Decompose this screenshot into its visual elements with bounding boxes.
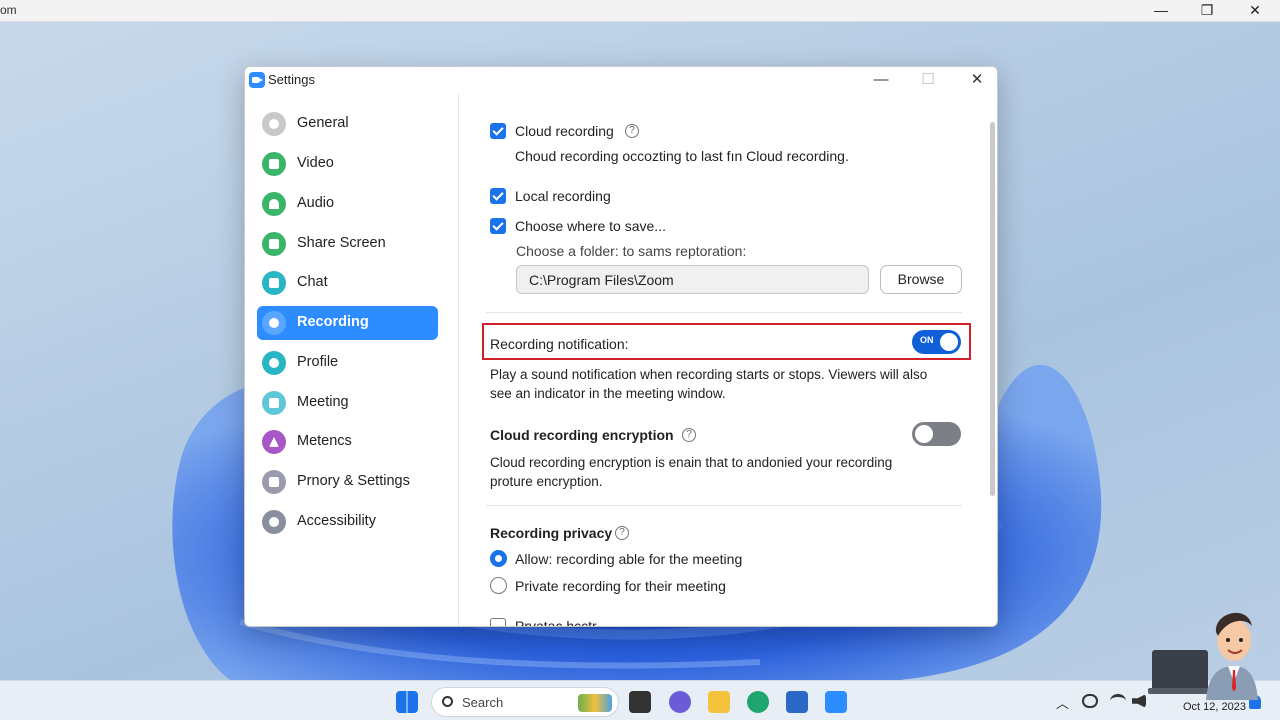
vertical-scrollbar[interactable] [990,122,995,496]
volume-icon[interactable] [1132,694,1146,708]
search-placeholder: Search [462,695,504,710]
windows-start-icon[interactable] [396,691,418,713]
taskbar-date[interactable]: Oct 12, 2023 [1183,701,1246,713]
presenter-avatar [1148,612,1258,700]
sidebar-item-privacy-settings[interactable]: Prnory & Settings [257,465,438,499]
window-title: Settings [268,72,315,87]
sidebar-item-label: Video [297,155,334,171]
chat-app-icon[interactable] [669,691,691,713]
recording-notification-toggle[interactable]: ON [912,330,961,354]
sidebar-item-label: Prnory & Settings [297,473,410,489]
outer-window-titlebar: om — ❐ ✕ [0,0,1280,22]
cloud-encryption-description-2: proture encryption. [490,474,603,489]
sidebar-item-label: Accessibility [297,513,376,529]
minimize-button[interactable]: — [859,67,903,94]
maximize-button[interactable]: ☐ [906,67,950,94]
taskbar-search[interactable]: Search [431,687,619,717]
outer-close-button[interactable]: ✕ [1232,0,1278,22]
cutoff-checkbox[interactable] [490,618,506,626]
help-icon[interactable]: ? [615,526,629,540]
help-icon[interactable]: ? [625,124,639,138]
sidebar-item-recording[interactable]: Recording [257,306,438,340]
local-recording-label: Local recording [515,188,611,204]
cloud-recording-checkbox[interactable] [490,123,506,139]
record-icon [262,311,286,335]
share-screen-icon [262,232,286,256]
edge-browser-icon[interactable] [747,691,769,713]
folder-path-field[interactable]: C:\Program Files\Zoom [516,265,869,294]
cloud-encryption-description-1: Cloud recording encryption is enain that… [490,455,893,470]
meeting-icon [262,391,286,415]
browse-button[interactable]: Browse [880,265,962,294]
search-icon [442,696,453,707]
privacy-allow-radio[interactable] [490,550,507,567]
choose-folder-description: Choose a folder: to sams reptoration: [516,243,747,259]
chat-icon [262,271,286,295]
choose-save-location-checkbox[interactable] [490,218,506,234]
profile-icon [262,351,286,375]
privacy-private-label: Private recording for their meeting [515,578,726,594]
cloud-icon[interactable] [1082,694,1098,708]
store-icon[interactable] [786,691,808,713]
privacy-private-radio[interactable] [490,577,507,594]
local-recording-checkbox[interactable] [490,188,506,204]
sidebar-item-meeting[interactable]: Meeting [257,386,438,420]
metrics-icon [262,430,286,454]
close-button[interactable]: ✕ [955,67,997,94]
cloud-encryption-label: Cloud recording encryption [490,427,674,443]
sidebar-item-accessibility[interactable]: Accessibility [257,505,438,539]
settings-sidebar: General Video Audio Share Screen Chat Re… [245,94,459,626]
privacy-icon [262,470,286,494]
zoom-app-icon [249,72,265,88]
chevron-up-icon[interactable]: ︿ [1056,693,1069,712]
settings-titlebar: Settings — ☐ ✕ [245,67,997,94]
cloud-encryption-toggle[interactable] [912,422,961,446]
sidebar-item-chat[interactable]: Chat [257,266,438,300]
sidebar-item-label: Meeting [297,394,349,410]
sidebar-item-label: Recording [297,314,369,330]
sidebar-item-label: Chat [297,274,328,290]
sidebar-item-metrics[interactable]: Metencs [257,425,438,459]
recording-notification-label: Recording notification: [490,336,629,352]
cloud-recording-label: Cloud recording [515,123,614,139]
sidebar-item-label: General [297,115,349,131]
sidebar-item-profile[interactable]: Profile [257,346,438,380]
sidebar-item-audio[interactable]: Audio [257,187,438,221]
headphones-icon [262,192,286,216]
video-icon [262,152,286,176]
wifi-icon[interactable] [1110,694,1126,708]
task-view-icon[interactable] [629,691,651,713]
sidebar-item-share-screen[interactable]: Share Screen [257,227,438,261]
privacy-allow-label: Allow: recording able for the meeting [515,551,743,567]
section-divider [486,312,962,313]
search-highlight-icon [578,694,612,712]
outer-maximize-button[interactable]: ❐ [1184,0,1230,22]
zoom-taskbar-icon[interactable] [825,691,847,713]
settings-window: Settings — ☐ ✕ General Video Audio Share… [244,66,998,627]
gear-icon [262,112,286,136]
sidebar-item-video[interactable]: Video [257,147,438,181]
toggle-knob [940,333,958,351]
toggle-knob [915,425,933,443]
accessibility-icon [262,510,286,534]
sidebar-item-label: Audio [297,195,335,211]
help-icon[interactable]: ? [682,428,696,442]
sidebar-item-label: Profile [297,354,339,370]
recording-notification-description-2: see an indicator in the meeting window. [490,386,726,401]
cloud-recording-description: Choud recording occozting to last fın Cl… [515,148,849,164]
toggle-state-label: ON [920,335,934,345]
sidebar-item-general[interactable]: General [257,107,438,141]
cutoff-label: Prvatac hcctr [515,618,597,627]
outer-window-title: om [0,3,17,17]
taskbar: Search ︿ Oct 12, 2023 [0,680,1280,720]
sidebar-item-label: Share Screen [297,235,386,251]
outer-minimize-button[interactable]: — [1138,0,1184,22]
recording-settings-panel: Cloud recording ? Choud recording occozt… [460,94,997,627]
choose-save-location-label: Choose where to save... [515,218,666,234]
recording-notification-description-1: Play a sound notification when recording… [490,367,928,382]
file-explorer-icon[interactable] [708,691,730,713]
section-divider [486,505,962,506]
recording-privacy-label: Recording privacy [490,525,613,541]
sidebar-item-label: Metencs [297,433,352,449]
